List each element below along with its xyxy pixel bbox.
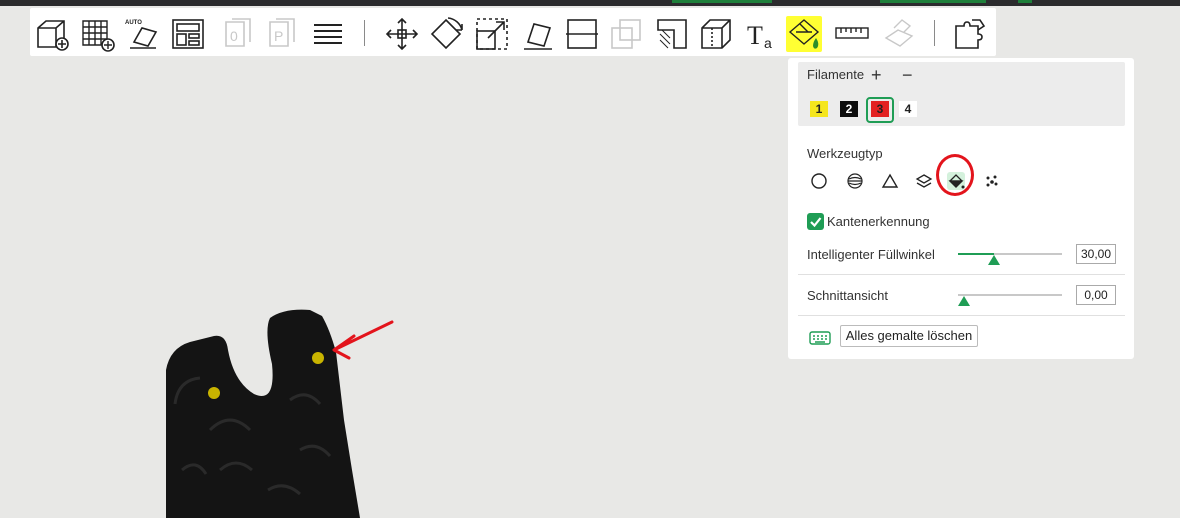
smart-fill-angle-slider-thumb[interactable] [988,255,1001,265]
cut-icon[interactable] [564,16,600,52]
filaments-label: Filamente [807,67,865,82]
height-range-icon[interactable] [915,172,933,190]
scale-icon[interactable] [474,16,510,52]
arrange-icon[interactable] [170,16,206,52]
measure-icon[interactable] [834,16,870,52]
auto-orient-icon[interactable]: AUTO [124,16,160,52]
object-copy-icon[interactable]: 0 [222,16,258,52]
add-filament-button[interactable]: + [871,65,882,86]
add-plate-icon[interactable] [80,16,116,52]
sphere-brush-icon[interactable] [846,172,864,190]
remove-filament-button[interactable]: − [902,65,913,86]
section-view-label: Schnittansicht [807,288,888,303]
add-cube-icon[interactable] [34,16,70,52]
color-paint-panel: Filamente + − 1 2 3 4 Werkzeugtyp Kanten… [788,58,1134,359]
smart-fill-angle-label: Intelligenter Füllwinkel [807,247,935,262]
filament-chip-3[interactable]: 3 [871,101,889,117]
red-annotation-circle [936,154,974,196]
divider [798,274,1125,275]
edge-detection-checkbox[interactable] [807,213,824,230]
svg-text:AUTO: AUTO [125,20,142,26]
section-view-slider[interactable] [958,294,1062,296]
section-view-slider-thumb[interactable] [958,296,970,306]
red-annotation-arrow [332,320,394,360]
paste-icon[interactable]: P [266,16,302,52]
svg-text:0: 0 [230,28,238,44]
circle-brush-icon[interactable] [810,172,828,190]
lay-on-face-icon[interactable] [520,16,556,52]
yellow-painted-dot [208,387,220,399]
layers-icon[interactable] [310,16,346,52]
svg-text:T: T [747,21,763,50]
gap-fill-icon[interactable] [983,172,1001,190]
main-toolbar: AUTO 0 P Ta [30,8,996,56]
svg-text:P: P [274,28,283,44]
assembly-icon[interactable] [880,16,916,52]
yellow-painted-dot [312,352,324,364]
clear-all-painting-button[interactable]: Alles gemalte löschen [840,325,978,347]
toolbar-separator [364,20,365,46]
boolean-icon[interactable] [608,16,644,52]
color-paint-icon[interactable] [786,16,822,52]
svg-text:a: a [764,35,772,51]
printed-part-model[interactable] [166,309,360,518]
filament-chip-4[interactable]: 4 [899,101,917,117]
filament-chip-2[interactable]: 2 [840,101,858,117]
triangle-fill-icon[interactable] [881,172,899,190]
seam-paint-icon[interactable] [698,16,734,52]
move-icon[interactable] [384,16,420,52]
rotate-icon[interactable] [428,16,464,52]
text-icon[interactable]: Ta [744,16,780,52]
edge-detection-label: Kantenerkennung [827,214,930,229]
section-view-input[interactable]: 0,00 [1076,285,1116,305]
split-puzzle-icon[interactable] [952,16,988,52]
support-paint-icon[interactable] [654,16,690,52]
divider [798,315,1125,316]
tool-type-label: Werkzeugtyp [807,146,883,161]
keyboard-shortcut-icon[interactable] [809,331,831,345]
toolbar-separator [934,20,935,46]
filament-chip-1[interactable]: 1 [810,101,828,117]
smart-fill-angle-input[interactable]: 30,00 [1076,244,1116,264]
